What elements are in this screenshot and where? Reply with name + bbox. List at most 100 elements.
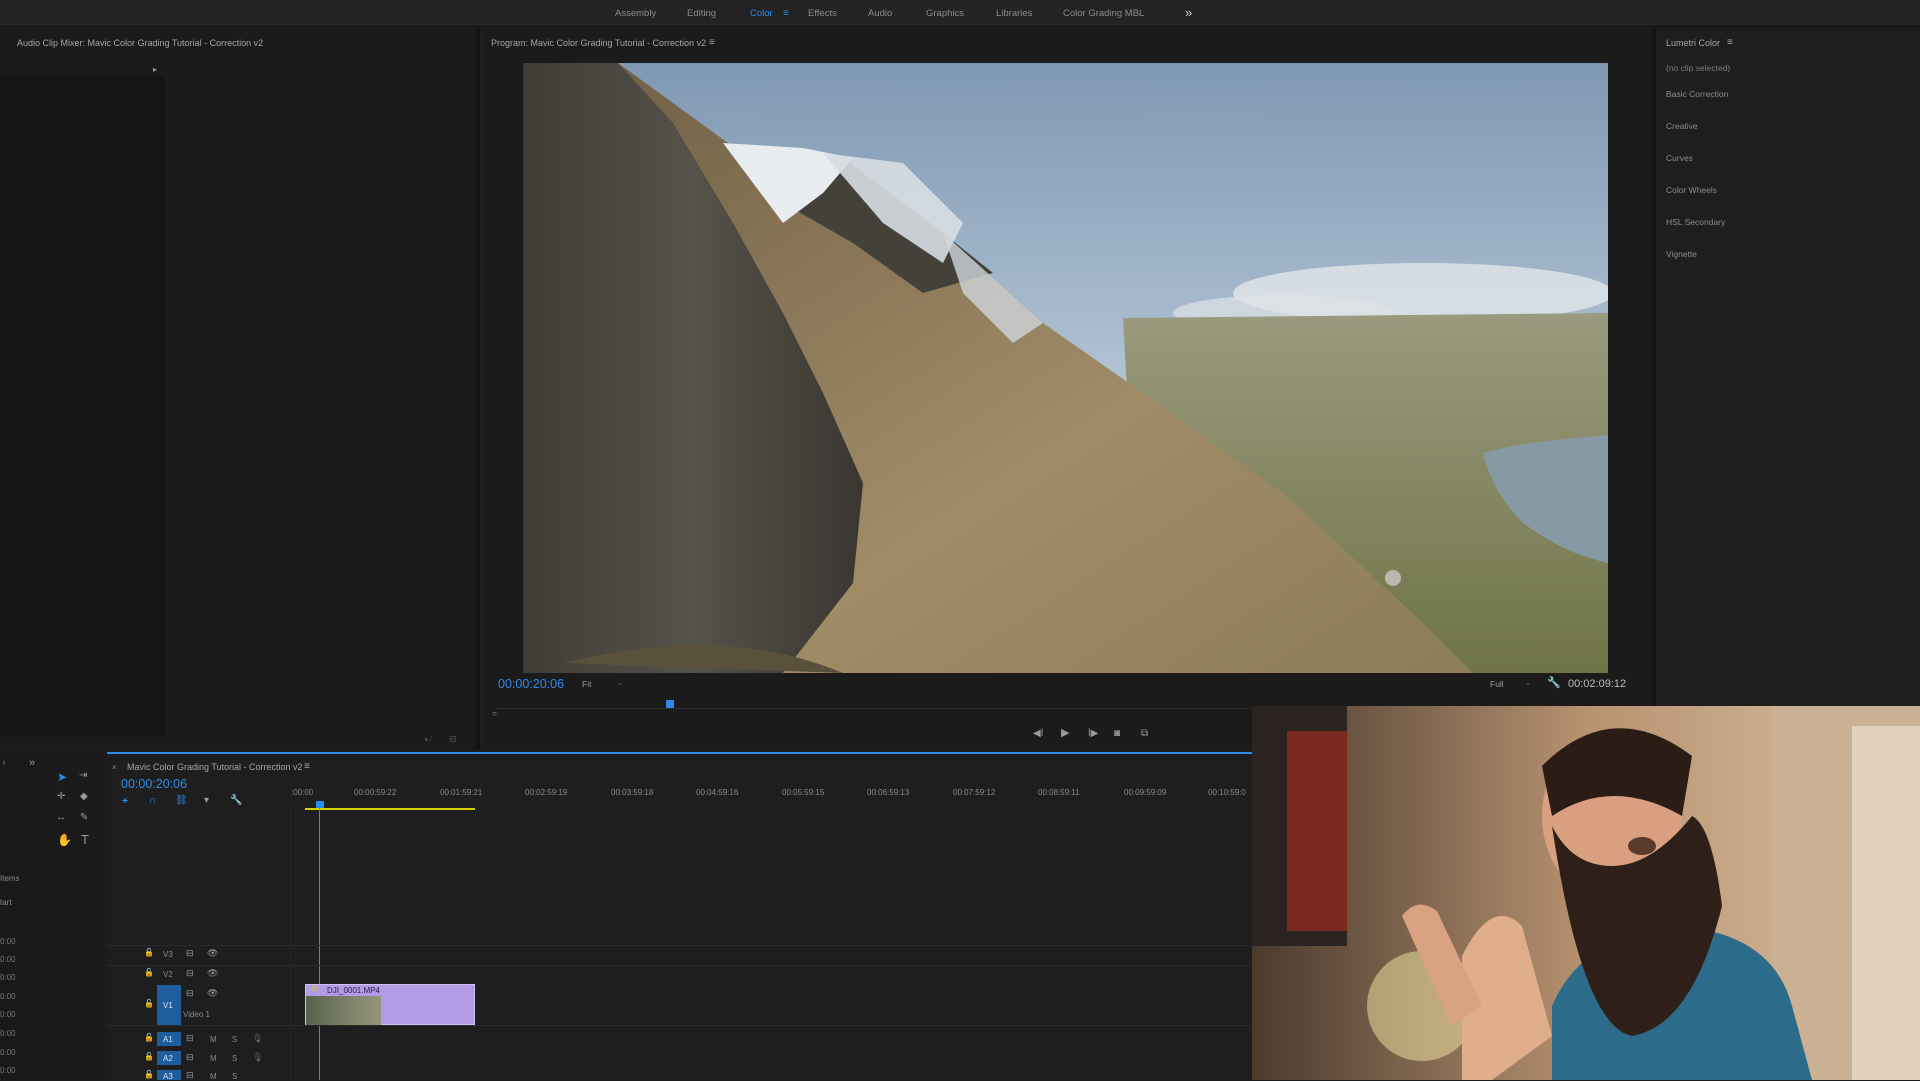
list-item-time: 0:00 [0, 937, 16, 946]
sync-lock-icon[interactable]: ⊟ [186, 1053, 194, 1062]
program-duration: 00:02:09:12 [1568, 678, 1627, 690]
program-current-time[interactable]: 00:00:20:06 [498, 677, 564, 691]
sync-lock-icon[interactable]: ⊟ [186, 1034, 194, 1043]
section-creative[interactable]: Creative [1666, 121, 1698, 131]
compare-view-icon[interactable]: ⧉ [1141, 729, 1148, 739]
lock-icon[interactable]: 🔓 [144, 949, 154, 957]
camera-icon[interactable]: ◙ [1114, 729, 1120, 739]
audio-mixer-area [0, 76, 165, 736]
sync-lock-icon[interactable]: ⊟ [186, 989, 194, 998]
tab-assembly[interactable]: Assembly [615, 8, 656, 19]
solo-button[interactable]: S [232, 1035, 237, 1044]
track-v2-label: V2 [163, 970, 173, 979]
chevron-down-icon[interactable]: ⌄ [1525, 679, 1531, 687]
eye-icon[interactable]: 👁 [207, 949, 218, 958]
ruler-label: 00:03:59:18 [611, 788, 654, 797]
eye-icon[interactable]: 👁 [207, 989, 218, 998]
audio-mixer-title: Audio Clip Mixer: Mavic Color Grading Tu… [17, 38, 264, 48]
close-icon[interactable]: × [112, 763, 117, 772]
hand-tool-icon[interactable]: ✋ [57, 834, 72, 846]
panel-tab-icon[interactable]: ι [3, 758, 5, 767]
snap-icon[interactable]: ∩ [149, 796, 156, 806]
sync-lock-icon[interactable]: ⊟ [186, 1071, 194, 1080]
razor-tool-icon[interactable]: ◆ [80, 792, 88, 802]
tab-libraries[interactable]: Libraries [996, 8, 1032, 19]
presenter-video [1252, 706, 1920, 1080]
timeline-playhead-handle[interactable] [316, 801, 324, 808]
expand-arrow-icon[interactable]: ▸ [153, 66, 157, 74]
program-monitor-title: Program: Mavic Color Grading Tutorial - … [491, 38, 707, 48]
section-hsl-secondary[interactable]: HSL Secondary [1666, 217, 1725, 227]
lock-icon[interactable]: 🔓 [144, 1000, 154, 1008]
panel-menu-icon[interactable]: ≡ [304, 761, 310, 772]
in-point-icon[interactable]: ○ [492, 709, 497, 718]
double-chevron-right-icon[interactable]: » [29, 758, 35, 769]
ruler-label: 00:00:59:22 [354, 788, 397, 797]
export-icon: ▸/ [425, 734, 433, 744]
panel-menu-icon[interactable]: ≡ [1727, 37, 1733, 48]
lock-icon[interactable]: 🔓 [144, 1034, 154, 1042]
project-panel-strip: ι Items tart 0:00 0:00 0:00 0:00 0:00 0:… [0, 752, 38, 1080]
microphone-icon[interactable]: 🎙 [252, 1034, 263, 1043]
track-divider [107, 1025, 1252, 1026]
timeline-panel: × Mavic Color Grading Tutorial - Correct… [107, 752, 1252, 1080]
sequence-tab[interactable]: Mavic Color Grading Tutorial - Correctio… [127, 762, 303, 772]
sync-lock-icon[interactable]: ⊟ [186, 969, 194, 978]
resolution-select[interactable]: Full [1490, 679, 1504, 689]
lock-icon[interactable]: 🔓 [144, 1053, 154, 1061]
sync-lock-icon[interactable]: ⊟ [186, 949, 194, 958]
tab-audio[interactable]: Audio [868, 8, 892, 19]
eye-icon[interactable]: 👁 [207, 969, 218, 978]
audio-clip-mixer-panel: Audio Clip Mixer: Mavic Color Grading Tu… [0, 28, 480, 750]
zoom-select[interactable]: Fit [582, 679, 591, 689]
step-back-icon[interactable]: ◀ǀ [1033, 729, 1043, 739]
slip-tool-icon[interactable]: ↔ [56, 813, 66, 823]
play-icon[interactable]: ▶ [1061, 728, 1069, 739]
section-curves[interactable]: Curves [1666, 153, 1693, 163]
track-select-tool-icon[interactable]: ⇥ [79, 771, 87, 781]
step-forward-icon[interactable]: ǀ▶ [1088, 729, 1098, 739]
track-v1-name: Video 1 [183, 1010, 210, 1019]
tab-color-grading-mbl[interactable]: Color Grading MBL [1063, 8, 1144, 19]
section-basic-correction[interactable]: Basic Correction [1666, 89, 1728, 99]
nest-icon[interactable]: ⚹ [122, 796, 128, 806]
add-marker-icon[interactable]: ▾ [204, 796, 209, 806]
list-item-time: 0:00 [0, 1048, 16, 1057]
track-a1-label: A1 [163, 1035, 173, 1044]
pen-tool-icon[interactable]: ✎ [80, 813, 88, 823]
wrench-icon[interactable]: 🔧 [1547, 676, 1561, 689]
program-playhead[interactable] [666, 700, 674, 708]
section-vignette[interactable]: Vignette [1666, 249, 1697, 259]
section-color-wheels[interactable]: Color Wheels [1666, 185, 1717, 195]
ripple-edit-tool-icon[interactable]: ✛ [57, 792, 65, 802]
linked-selection-icon[interactable]: ⛓ [175, 796, 188, 806]
tab-effects[interactable]: Effects [808, 8, 837, 19]
clip-thumbnail [306, 996, 381, 1025]
video-clip[interactable]: fx DJI_0001.MP4 [305, 984, 475, 1025]
panel-menu-icon[interactable]: ≡ [709, 37, 715, 48]
list-item-time: 0:00 [0, 1029, 16, 1038]
timeline-settings-icon[interactable]: 🔧 [230, 796, 242, 806]
list-item-time: 0:00 [0, 992, 16, 1001]
microphone-icon[interactable]: 🎙 [252, 1053, 263, 1062]
mute-button[interactable]: M [210, 1054, 217, 1063]
tab-editing[interactable]: Editing [687, 8, 716, 19]
program-video-frame [523, 63, 1608, 673]
list-item-time: 0:00 [0, 973, 16, 982]
list-item-time: 0:00 [0, 1010, 16, 1019]
tab-graphics[interactable]: Graphics [926, 8, 964, 19]
lock-icon[interactable]: 🔓 [144, 1071, 154, 1079]
solo-button[interactable]: S [232, 1054, 237, 1063]
type-tool-icon[interactable]: T [81, 833, 89, 846]
timeline-playhead-line [319, 806, 320, 1080]
chevron-down-icon[interactable]: ⌄ [617, 679, 623, 687]
tab-color[interactable]: Color [750, 8, 773, 19]
timeline-current-time[interactable]: 00:00:20:06 [121, 777, 187, 791]
selection-tool-icon[interactable]: ➤ [57, 771, 67, 783]
track-a2-label: A2 [163, 1054, 173, 1063]
double-chevron-right-icon[interactable]: » [1185, 5, 1192, 20]
lock-icon[interactable]: 🔓 [144, 969, 154, 977]
work-area-bar[interactable] [305, 808, 475, 810]
mute-button[interactable]: M [210, 1035, 217, 1044]
tab-color-menu-icon[interactable]: ≡ [783, 8, 789, 19]
